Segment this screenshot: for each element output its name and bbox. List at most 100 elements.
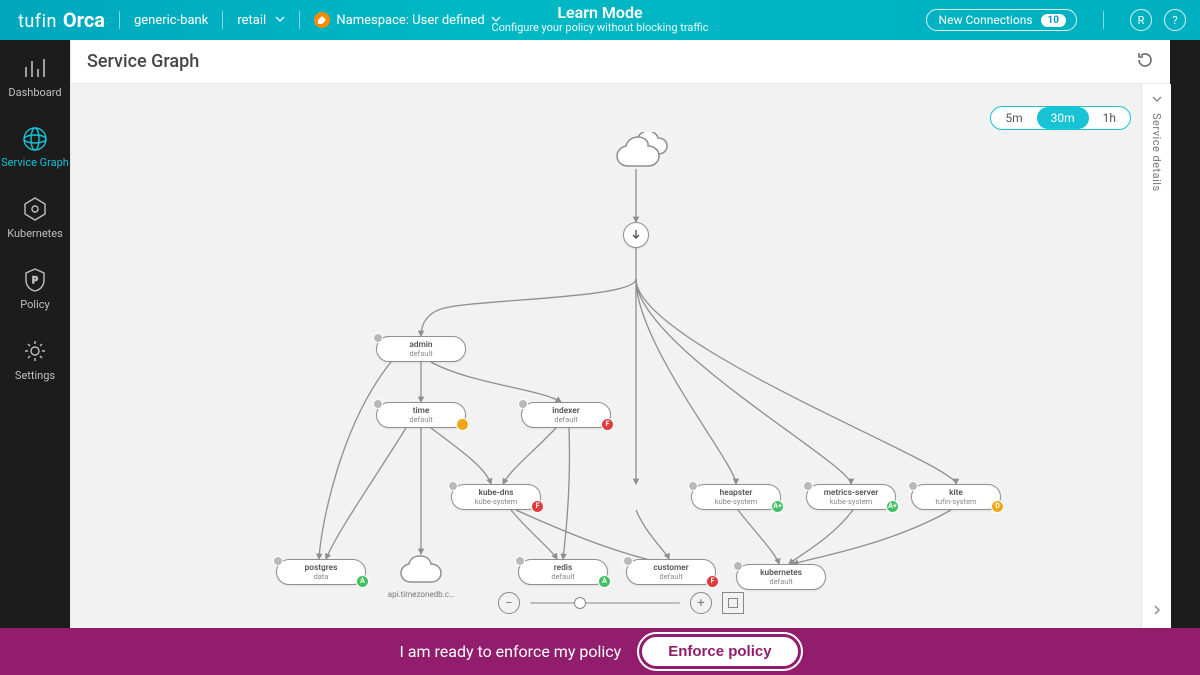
node-namespace: kube-system bbox=[807, 498, 895, 506]
nav-settings[interactable]: Settings bbox=[0, 337, 70, 382]
top-bar: tufin Orca generic-bank retail Namespace… bbox=[0, 0, 1200, 40]
env-selector[interactable]: retail bbox=[237, 13, 285, 28]
settings-icon bbox=[21, 337, 49, 365]
node-customer[interactable]: customer default F bbox=[626, 559, 716, 585]
brand-orca: Orca bbox=[63, 8, 105, 32]
grade-badge: F bbox=[601, 418, 614, 431]
node-status-dot bbox=[908, 481, 918, 491]
node-namespace: tufin-system bbox=[912, 498, 1000, 506]
divider bbox=[1103, 11, 1104, 29]
node-status-dot bbox=[733, 561, 743, 571]
policy-icon: P bbox=[21, 266, 49, 294]
chevron-right-icon bbox=[1152, 605, 1162, 618]
zoom-slider[interactable] bbox=[530, 602, 680, 604]
page-header: Service Graph bbox=[71, 40, 1170, 84]
node-namespace: default bbox=[737, 578, 825, 586]
grade-badge: D bbox=[991, 500, 1004, 513]
enforce-policy-button[interactable]: Enforce policy bbox=[639, 634, 800, 669]
brand-tufin: tufin bbox=[18, 11, 57, 32]
node-heapster[interactable]: heapster kube-system A+ bbox=[691, 484, 781, 510]
chevron-down-icon bbox=[275, 13, 285, 28]
service-graph-icon bbox=[21, 125, 49, 153]
enforce-banner: I am ready to enforce my policy Enforce … bbox=[0, 628, 1200, 675]
namespace-selector[interactable]: Namespace: User defined bbox=[314, 12, 500, 28]
grade-badge: F bbox=[531, 500, 544, 513]
enforce-message: I am ready to enforce my policy bbox=[399, 642, 621, 661]
new-connections-label: New Connections bbox=[939, 13, 1033, 27]
nav-service-graph[interactable]: Service Graph bbox=[0, 125, 70, 169]
service-details-drawer[interactable]: Service details bbox=[1141, 84, 1171, 628]
node-namespace: kube-system bbox=[692, 498, 780, 506]
nav-dashboard[interactable]: Dashboard bbox=[0, 54, 70, 99]
new-connections-button[interactable]: New Connections 10 bbox=[926, 9, 1077, 31]
page-title: Service Graph bbox=[87, 51, 199, 72]
node-redis[interactable]: redis default A bbox=[518, 559, 608, 585]
svg-text:P: P bbox=[32, 276, 38, 286]
nav-label: Service Graph bbox=[0, 157, 70, 169]
node-status-dot bbox=[623, 556, 633, 566]
node-status-dot bbox=[373, 333, 383, 343]
refresh-button[interactable] bbox=[1136, 51, 1154, 73]
node-namespace: kube-system bbox=[452, 498, 540, 506]
nav-label: Dashboard bbox=[0, 86, 70, 99]
grade-badge: A+ bbox=[771, 500, 784, 513]
zoom-slider-thumb[interactable] bbox=[574, 597, 586, 609]
user-avatar[interactable]: R bbox=[1130, 9, 1152, 31]
mode-banner: Learn Mode Configure your policy without… bbox=[491, 0, 708, 35]
graph-canvas[interactable]: 5m 30m 1h bbox=[71, 84, 1171, 628]
namespace-icon bbox=[314, 12, 330, 28]
grade-badge: A+ bbox=[886, 500, 899, 513]
grade-badge: F bbox=[706, 575, 719, 588]
org-selector[interactable]: generic-bank bbox=[134, 13, 208, 28]
node-kube-dns[interactable]: kube-dns kube-system F bbox=[451, 484, 541, 510]
node-namespace: default bbox=[627, 573, 715, 581]
node-namespace: data bbox=[277, 573, 365, 581]
env-label: retail bbox=[237, 13, 266, 28]
node-status-dot bbox=[448, 481, 458, 491]
help-button[interactable]: ? bbox=[1164, 9, 1186, 31]
zoom-in-button[interactable]: + bbox=[690, 592, 712, 614]
drawer-title: Service details bbox=[1150, 113, 1163, 192]
nav-kubernetes[interactable]: Kubernetes bbox=[0, 195, 70, 240]
node-indexer[interactable]: indexer default F bbox=[521, 402, 611, 428]
nav-policy[interactable]: P Policy bbox=[0, 266, 70, 311]
node-kite[interactable]: kite tufin-system D bbox=[911, 484, 1001, 510]
node-time[interactable]: time default bbox=[376, 402, 466, 428]
divider bbox=[299, 11, 300, 29]
mode-subtitle: Configure your policy without blocking t… bbox=[491, 22, 708, 35]
node-status-dot bbox=[373, 399, 383, 409]
node-postgres[interactable]: postgres data A bbox=[276, 559, 366, 585]
node-status-dot bbox=[803, 481, 813, 491]
node-kubernetes[interactable]: kubernetes default bbox=[736, 564, 826, 590]
node-namespace: default bbox=[522, 416, 610, 424]
zoom-fit-button[interactable] bbox=[722, 592, 744, 614]
node-metrics-server[interactable]: metrics-server kube-system A+ bbox=[806, 484, 896, 510]
node-status-dot bbox=[688, 481, 698, 491]
nav-label: Policy bbox=[0, 298, 70, 311]
node-status-dot bbox=[518, 399, 528, 409]
node-namespace: default bbox=[377, 350, 465, 358]
node-name: api.timezonedb.c… bbox=[388, 590, 455, 599]
zoom-out-button[interactable]: − bbox=[498, 592, 520, 614]
kubernetes-icon bbox=[21, 195, 49, 223]
grade-badge: A bbox=[356, 575, 369, 588]
divider bbox=[119, 11, 120, 29]
dashboard-icon bbox=[21, 54, 49, 82]
grade-badge bbox=[456, 418, 469, 431]
node-status-dot bbox=[273, 556, 283, 566]
new-connections-count: 10 bbox=[1041, 14, 1066, 27]
zoom-controls: − + bbox=[498, 592, 744, 614]
main-panel: Service Graph 5m 30m 1h bbox=[70, 40, 1170, 628]
brand-logo: tufin Orca bbox=[18, 8, 105, 32]
chevron-down-icon bbox=[1152, 94, 1162, 107]
grade-badge: A bbox=[598, 575, 611, 588]
node-external-api[interactable]: api.timezonedb.c… bbox=[398, 554, 444, 588]
nav-label: Settings bbox=[0, 369, 70, 382]
nav-label: Kubernetes bbox=[0, 227, 70, 240]
node-namespace: default bbox=[377, 416, 465, 424]
node-admin[interactable]: admin default bbox=[376, 336, 466, 362]
mode-title: Learn Mode bbox=[491, 4, 708, 22]
divider bbox=[222, 11, 223, 29]
node-ingress-arrow[interactable] bbox=[623, 222, 649, 248]
node-internet[interactable] bbox=[610, 132, 670, 172]
